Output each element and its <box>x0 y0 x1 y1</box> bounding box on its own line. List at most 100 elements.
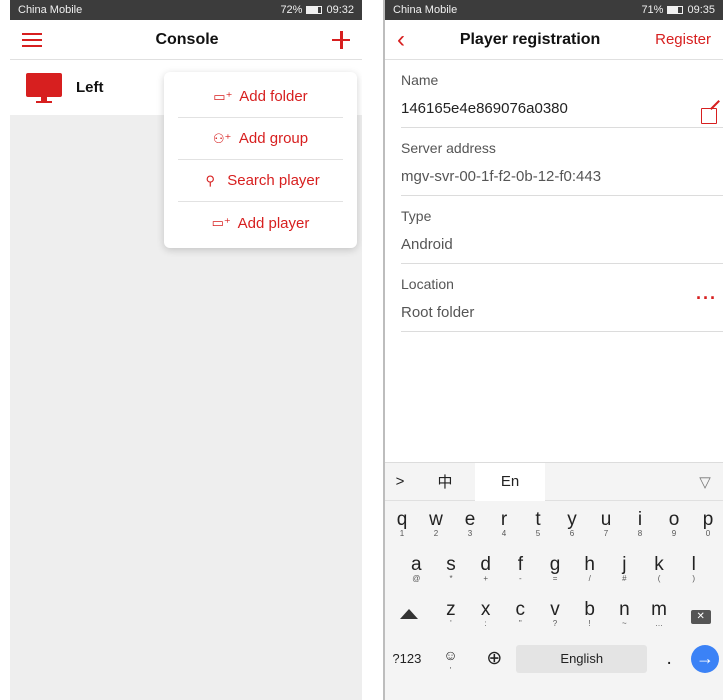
chinese-input-key[interactable]: 中 <box>415 463 475 501</box>
key-b[interactable]: b! <box>572 599 607 628</box>
enter-key[interactable]: → <box>691 644 720 673</box>
add-group-menu-item[interactable]: ⚇⁺ Add group <box>178 118 343 160</box>
search-player-menu-item[interactable]: ⚲ Search player <box>178 160 343 202</box>
key-n[interactable]: n ~ <box>607 599 642 628</box>
name-input[interactable]: 146165e4e869076a0380 <box>401 88 723 127</box>
key-label: z <box>446 599 456 620</box>
key-x[interactable]: x: <box>468 599 503 628</box>
expand-toolbar-icon[interactable]: > <box>385 463 415 501</box>
key-p[interactable]: p0 <box>691 509 723 538</box>
key-a[interactable]: a @ <box>399 554 434 583</box>
key-q[interactable]: q1 <box>385 509 419 538</box>
status-bar: China Mobile 72% 09:32 <box>10 0 362 20</box>
key-secondary-label: 7 <box>603 529 609 538</box>
key-row-2: a @ s * d + f - g = h / j # k(l) <box>385 546 723 591</box>
edit-icon[interactable] <box>701 108 717 124</box>
menu-item-label: Add group <box>238 130 309 147</box>
server-address-input[interactable]: mgv-svr-00-1f-f2-0b-12-f0:443 <box>401 156 723 195</box>
menu-item-label: Add folder <box>239 88 308 105</box>
key-secondary-label: @ <box>412 574 421 583</box>
globe-icon[interactable]: ⊕ <box>472 647 516 670</box>
location-value[interactable]: Root folder <box>401 292 723 331</box>
space-key[interactable]: English <box>516 644 648 673</box>
search-icon: ⚲ <box>205 172 215 188</box>
name-label: Name <box>401 72 439 88</box>
key-v[interactable]: v? <box>538 599 573 628</box>
shift-key[interactable] <box>385 603 434 625</box>
key-secondary-label: ( <box>657 574 661 583</box>
register-button[interactable]: Register <box>655 31 711 48</box>
key-secondary-label: … <box>655 619 664 628</box>
key-h[interactable]: h / <box>572 554 607 583</box>
key-label: q <box>396 509 408 530</box>
add-player-menu-item[interactable]: ▭⁺ Add player <box>178 202 343 244</box>
key-t[interactable]: t5 <box>521 509 555 538</box>
key-g[interactable]: g = <box>538 554 573 583</box>
key-y[interactable]: y6 <box>555 509 589 538</box>
key-d[interactable]: d + <box>468 554 503 583</box>
carrier-label: China Mobile <box>18 4 83 16</box>
menu-icon[interactable] <box>22 32 42 47</box>
key-l[interactable]: l) <box>676 554 711 583</box>
symbols-key[interactable]: ?123 <box>385 651 429 666</box>
key-label: l <box>691 554 696 575</box>
add-folder-icon: ▭⁺ <box>213 88 233 104</box>
add-icon[interactable] <box>332 30 350 49</box>
key-j[interactable]: j # <box>607 554 642 583</box>
back-chevron-icon[interactable]: ‹ <box>397 27 405 52</box>
key-o[interactable]: o9 <box>657 509 691 538</box>
shift-icon <box>400 608 419 619</box>
key-label: y <box>567 509 577 530</box>
key-secondary-label: # <box>622 574 627 583</box>
soft-keyboard: > 中 En ▽ q1w2e3r4t5y6u7i8o9p0 a @ s * d + f - g =… <box>385 462 723 700</box>
key-label: j <box>622 554 627 575</box>
navbar: ‹ Player registration Register <box>385 20 723 60</box>
key-secondary-label: ! <box>588 619 591 628</box>
key-secondary-label: + <box>483 574 489 583</box>
battery-percent: 72% <box>280 4 303 16</box>
console-screen: China Mobile 72% 09:32 Console Left ▭⁺ A… <box>10 0 362 700</box>
key-secondary-label: 2 <box>433 529 439 538</box>
carrier-label: China Mobile <box>393 4 458 16</box>
registration-form: Name 146165e4e869076a0380 Server address… <box>385 60 723 332</box>
type-value[interactable]: Android <box>401 224 723 263</box>
hide-keyboard-icon[interactable]: ▽ <box>685 463 723 501</box>
key-s[interactable]: s * <box>434 554 469 583</box>
add-group-icon: ⚇⁺ <box>212 130 232 146</box>
emoji-key[interactable]: ☺ , <box>429 647 473 670</box>
key-i[interactable]: i8 <box>623 509 657 538</box>
key-m[interactable]: m… <box>642 599 677 628</box>
key-secondary-label: ' <box>450 619 452 628</box>
key-label: a <box>411 554 422 575</box>
menu-item-label: Add player <box>237 214 310 232</box>
delete-key[interactable]: ✕ <box>676 603 723 625</box>
key-label: i <box>637 509 643 530</box>
key-z[interactable]: z ' <box>434 599 469 628</box>
more-options-icon[interactable]: ··· <box>696 288 717 309</box>
key-e[interactable]: e3 <box>453 509 487 538</box>
key-secondary-label: 0 <box>705 529 711 538</box>
clock: 09:32 <box>326 4 354 16</box>
player-name: Left <box>76 79 104 96</box>
key-label: x <box>480 599 491 620</box>
key-r[interactable]: r4 <box>487 509 521 538</box>
english-input-key[interactable]: En <box>475 462 545 501</box>
key-w[interactable]: w2 <box>419 509 453 538</box>
period-key[interactable]: . <box>647 648 691 670</box>
key-k[interactable]: k( <box>642 554 677 583</box>
key-secondary-label: ~ <box>622 619 627 628</box>
backspace-icon: ✕ <box>690 609 711 624</box>
key-u[interactable]: u7 <box>589 509 623 538</box>
server-address-field: Server address mgv-svr-00-1f-f2-0b-12-f0… <box>401 128 723 196</box>
key-label: d <box>480 554 491 575</box>
add-folder-menu-item[interactable]: ▭⁺ Add folder <box>178 76 343 118</box>
key-secondary-label: / <box>588 574 591 583</box>
key-c[interactable]: c " <box>503 599 538 628</box>
key-f[interactable]: f- <box>503 554 538 583</box>
key-secondary-label: 3 <box>467 529 473 538</box>
player-registration-screen: China Mobile 71% 09:35 ‹ Player registra… <box>383 0 723 700</box>
key-label: n <box>619 599 630 620</box>
key-label: r <box>500 509 508 530</box>
key-secondary-label: ? <box>552 619 558 628</box>
key-secondary-label: 5 <box>535 529 541 538</box>
